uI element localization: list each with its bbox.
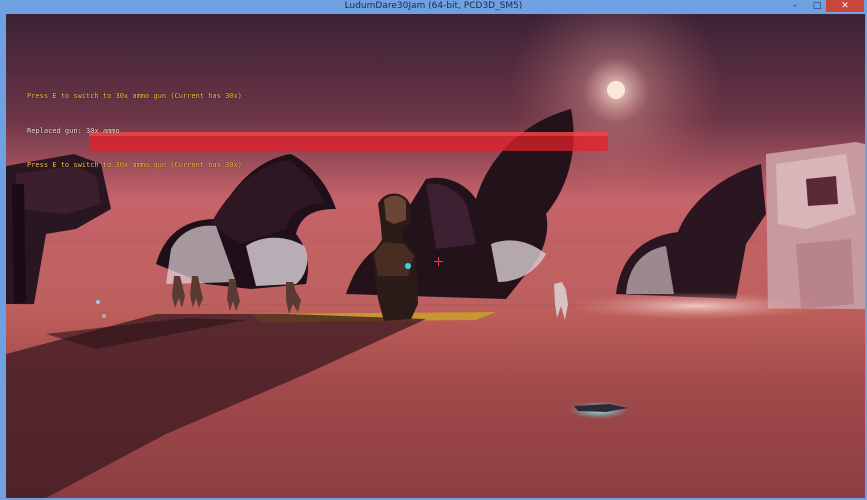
hud-message-log: Press E to switch to 30x ammo gun (Curre… bbox=[27, 68, 242, 195]
hud-message: Press E to switch to 30x ammo gun (Curre… bbox=[27, 92, 242, 100]
hud-message: Replaced gun: 30x ammo bbox=[27, 126, 120, 135]
game-viewport[interactable]: Press E to switch to 30x ammo gun (Curre… bbox=[6, 14, 865, 498]
minimize-button[interactable]: – bbox=[784, 0, 806, 12]
maximize-button[interactable]: □ bbox=[806, 0, 828, 12]
close-button[interactable]: ✕ bbox=[826, 0, 864, 12]
light-pool bbox=[566, 292, 826, 320]
hud-message: Press E to switch to 30x ammo gun (Curre… bbox=[27, 161, 242, 169]
title-bar[interactable]: LudumDare30Jam (64-bit, PCD3D_SM5) – □ ✕ bbox=[0, 0, 867, 14]
sun bbox=[607, 81, 625, 99]
crosshair-icon bbox=[434, 257, 443, 266]
game-window: LudumDare30Jam (64-bit, PCD3D_SM5) – □ ✕ bbox=[0, 0, 867, 500]
window-title: LudumDare30Jam (64-bit, PCD3D_SM5) bbox=[344, 1, 523, 11]
